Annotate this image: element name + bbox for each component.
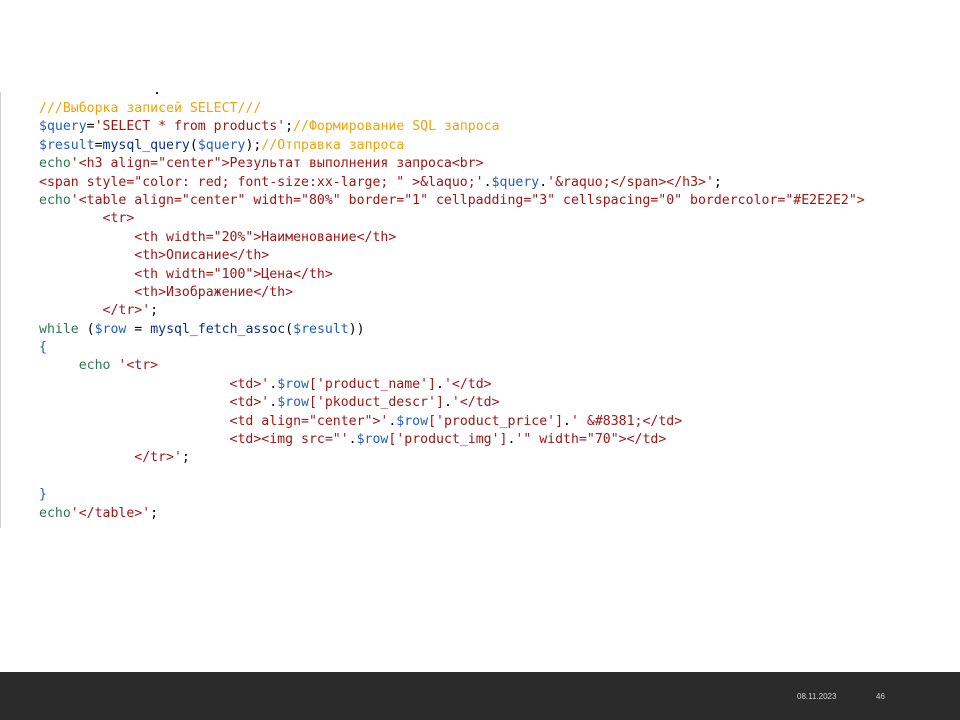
code-line: <td align="center">'. $row['product_price… (39, 413, 865, 431)
code-token: ['product_name'] (308, 376, 437, 392)
code-token: )) (348, 321, 365, 337)
code-line: <th width="20%">Наименование</th> (39, 229, 865, 247)
code-token: ['pkoduct_descr'] (308, 395, 444, 411)
code-token: $result (39, 137, 95, 153)
code-line: echo '<tr> (39, 357, 865, 375)
code-line: <td>'.$row['pkoduct_descr'].'</td> (39, 394, 865, 412)
code-line: echo'<table align="center" width="80%" b… (39, 192, 865, 210)
code-line: { (39, 339, 865, 357)
code-token: <span style="color: red; font-size:xx-la… (39, 174, 484, 190)
code-line: <th>Описание</th> (39, 247, 865, 265)
code-line: </tr>'; (39, 302, 865, 320)
code-token: <th width="20%">Наименование</th> (39, 229, 397, 245)
code-token: <th width="100">Цена</th> (39, 266, 333, 282)
code-line: <th width="100">Цена</th> (39, 266, 865, 284)
code-token: <tr> (39, 211, 135, 227)
code-token: ; (181, 450, 190, 466)
code-token: $query (39, 119, 87, 135)
code-left-rule (0, 92, 1, 528)
code-token: = (86, 119, 95, 135)
code-token: '</td> (451, 395, 500, 411)
code-token: </tr>' (39, 450, 182, 466)
code-token: . (539, 174, 548, 190)
code-line: ///Выборка записей SELECT/// (39, 100, 865, 118)
code-token: </tr>' (39, 303, 151, 319)
slide-footer: 08.11.2023 46 (0, 672, 960, 720)
code-token: echo (39, 358, 119, 374)
code-token: '</td> (443, 376, 492, 392)
code-token: <th>Описание</th> (39, 248, 270, 264)
code-token: echo (39, 505, 71, 521)
code-token: . (436, 376, 444, 392)
code-token: } (39, 487, 47, 503)
code-token: ['product_price'] (428, 413, 564, 429)
footer-date: 08.11.2023 (797, 692, 837, 701)
code-token: '&raquo;</span></h3>' (547, 174, 714, 190)
code-token: . (269, 395, 278, 411)
code-token: '<table align="center" width="80%" borde… (70, 192, 865, 208)
code-token: ( (78, 321, 95, 337)
footer-page-number: 46 (876, 692, 885, 701)
code-token: . (563, 413, 571, 429)
code-token: <td align="center">' (39, 413, 389, 429)
php-code-block: ///Выборка записей SELECT///$query='SELE… (39, 100, 865, 523)
code-token: ' &#8381;</td> (571, 413, 683, 429)
code-line: </tr>'; (39, 449, 865, 467)
code-token: //Отправка запроса (261, 137, 405, 153)
code-line: <td>'.$row['product_name'].'</td> (39, 376, 865, 394)
code-token: . (443, 395, 452, 411)
code-token: ; (713, 174, 722, 190)
code-token: ///Выборка записей SELECT/// (39, 101, 262, 116)
code-token: ( (285, 321, 294, 337)
code-token: { (39, 340, 47, 356)
code-token: mysql_query (102, 137, 190, 153)
code-token: $result (293, 321, 349, 337)
code-line: $result=mysql_query($query);//Отправка з… (39, 137, 865, 155)
code-token: <th>Изображение</th> (39, 284, 294, 300)
code-token: ; (285, 119, 294, 135)
code-token: $query (197, 137, 246, 153)
code-line: <span style="color: red; font-size:xx-la… (39, 174, 865, 192)
slide: ///Выборка записей SELECT///$query='SELE… (0, 0, 960, 672)
code-token: '<tr> (118, 358, 159, 374)
code-line: <td><img src="'.$row['product_img'].'" w… (39, 431, 865, 449)
code-token: 'SELECT * from products' (94, 119, 286, 135)
code-token: echo (39, 192, 71, 208)
code-token: //Формирование SQL запроса (293, 119, 500, 135)
code-token: ['product_img'] (388, 432, 508, 448)
code-token: '" width="70"></td> (515, 432, 667, 448)
code-token: $query (491, 174, 540, 190)
code-token: $row (277, 376, 309, 392)
code-line: echo'</table>'; (39, 505, 865, 523)
code-token: <td><img src="' (39, 432, 349, 448)
code-token: while (39, 321, 79, 337)
code-token: ); (245, 137, 262, 153)
code-token: '<h3 align="center">Результат выполнения… (70, 156, 484, 172)
code-token: $row (356, 432, 389, 448)
code-line: } (39, 486, 865, 504)
code-token: = (126, 321, 151, 337)
code-token: . (348, 432, 357, 448)
stray-mark (156, 92, 158, 94)
code-line: $query='SELECT * from products';//Формир… (39, 118, 865, 136)
code-token: . (269, 376, 278, 392)
code-token: = (94, 137, 103, 153)
code-token: ; (150, 303, 159, 319)
code-token: $row (277, 395, 309, 411)
code-token: mysql_fetch_assoc (150, 321, 286, 337)
code-token: $row (396, 413, 429, 429)
code-token: <td>' (39, 395, 270, 411)
code-token: <td>' (39, 376, 270, 392)
code-line: echo'<h3 align="center">Результат выполн… (39, 155, 865, 173)
code-line: <tr> (39, 210, 865, 228)
code-token: ( (189, 137, 198, 153)
code-token: $row (94, 321, 127, 337)
code-token: . (483, 174, 492, 190)
code-token: echo (39, 156, 71, 172)
code-line: while ($row = mysql_fetch_assoc($result)… (39, 321, 865, 339)
code-token: '</table>' (70, 505, 151, 521)
code-line: <th>Изображение</th> (39, 284, 865, 302)
code-token: ; (150, 505, 159, 521)
